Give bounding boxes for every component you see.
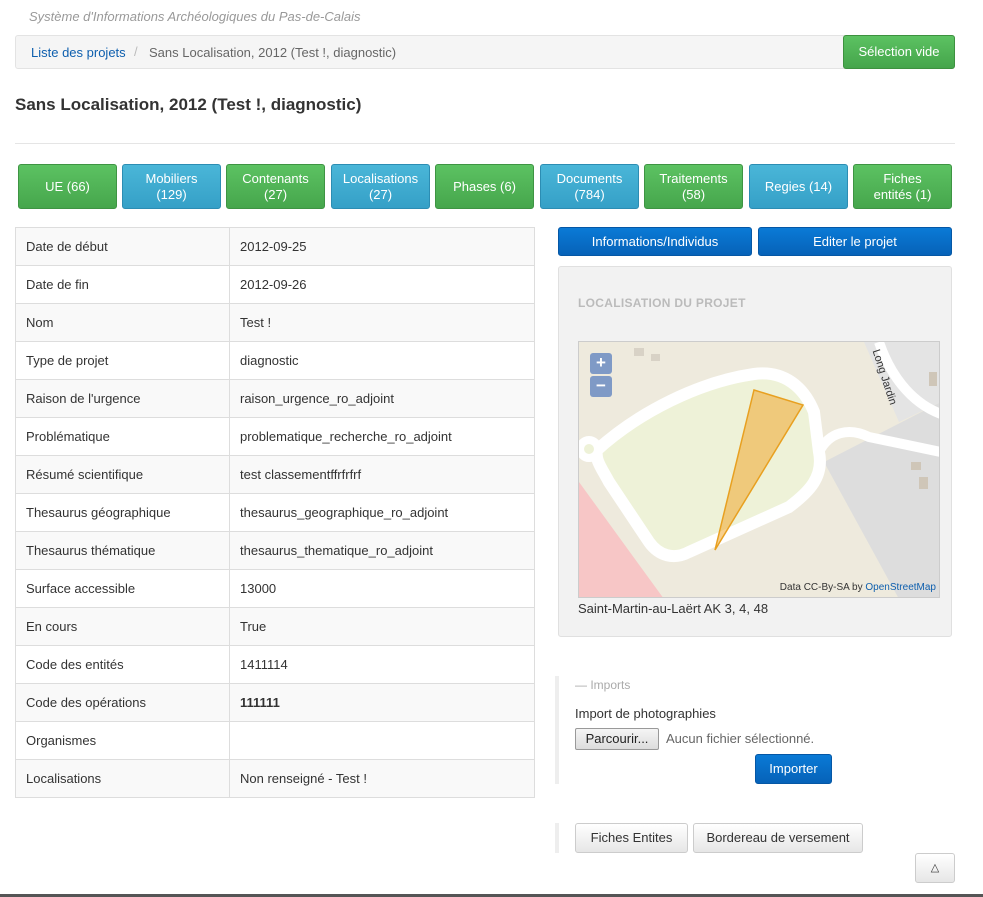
table-row: Organismes — [15, 721, 535, 760]
detail-label: Code des opérations — [15, 683, 230, 722]
detail-label: Problématique — [15, 417, 230, 456]
bottom-toolbar: Fiches Entites Bordereau de versement — [555, 823, 875, 853]
detail-value: 2012-09-26 — [229, 265, 535, 304]
zoom-out-button[interactable]: − — [590, 376, 612, 397]
table-row: Thesaurus thématique thesaurus_thematique… — [15, 531, 535, 570]
breadcrumb: Liste des projets / Sans Localisation, 2… — [15, 35, 955, 69]
tab-documents[interactable]: Documents (784) — [540, 164, 639, 209]
detail-value: 13000 — [229, 569, 535, 608]
table-row: Résumé scientifique test classementffrfrf… — [15, 455, 535, 494]
detail-value: True — [229, 607, 535, 646]
tab-mobiliers[interactable]: Mobiliers (129) — [122, 164, 221, 209]
detail-value: raison_urgence_ro_adjoint — [229, 379, 535, 418]
detail-label: Thesaurus thématique — [15, 531, 230, 570]
file-status: Aucun fichier sélectionné. — [666, 731, 815, 746]
detail-label: En cours — [15, 607, 230, 646]
table-row: Problématique problematique_recherche_ro_… — [15, 417, 535, 456]
detail-label: Type de projet — [15, 341, 230, 380]
table-row: Nom Test ! — [15, 303, 535, 342]
map-panel: LOCALISATION DU PROJET + − Long Jardin D… — [558, 266, 952, 637]
table-row: Localisations Non renseigné - Test ! — [15, 759, 535, 798]
imports-legend: — Imports — [575, 678, 631, 692]
detail-value: Test ! — [229, 303, 535, 342]
edit-project-button[interactable]: Editer le projet — [758, 227, 952, 256]
detail-value — [229, 721, 535, 760]
detail-value: 111111 — [229, 683, 535, 722]
import-button[interactable]: Importer — [755, 754, 832, 784]
detail-value: thesaurus_geographique_ro_adjoint — [229, 493, 535, 532]
attribution-text: Data CC-By-SA by — [779, 582, 866, 593]
detail-label: Surface accessible — [15, 569, 230, 608]
divider — [15, 143, 955, 144]
tab-fiches[interactable]: Fiches entités (1) — [853, 164, 952, 209]
fiches-entites-button[interactable]: Fiches Entites — [575, 823, 688, 853]
table-row: Date de fin 2012-09-26 — [15, 265, 535, 304]
detail-label: Résumé scientifique — [15, 455, 230, 494]
map-heading: LOCALISATION DU PROJET — [578, 296, 746, 310]
detail-label: Thesaurus géographique — [15, 493, 230, 532]
tab-regies[interactable]: Regies (14) — [749, 164, 848, 209]
project-details-table: Date de début 2012-09-25 Date de fin 2012-0… — [15, 227, 535, 798]
map-attribution: Data CC-By-SA by OpenStreetMap — [780, 582, 936, 593]
tab-localisations[interactable]: Localisations (27) — [331, 164, 430, 209]
table-row: Raison de l'urgence raison_urgence_ro_adj… — [15, 379, 535, 418]
page-title: Sans Localisation, 2012 (Test !, diagnos… — [15, 95, 362, 114]
zoom-in-button[interactable]: + — [590, 353, 612, 374]
detail-value: diagnostic — [229, 341, 535, 380]
back-to-top-button[interactable]: △ — [915, 853, 955, 883]
table-row: Date de début 2012-09-25 — [15, 227, 535, 266]
detail-value: thesaurus_thematique_ro_adjoint — [229, 531, 535, 570]
tab-phases[interactable]: Phases (6) — [435, 164, 534, 209]
detail-label: Date de début — [15, 227, 230, 266]
map-caption: Saint-Martin-au-Laërt AK 3, 4, 48 — [578, 601, 769, 616]
detail-value: 1411114 — [229, 645, 535, 684]
table-row: Surface accessible 13000 — [15, 569, 535, 608]
browse-file-button[interactable]: Parcourir... — [575, 728, 659, 750]
breadcrumb-separator: / — [134, 44, 138, 59]
detail-label: Organismes — [15, 721, 230, 760]
detail-value: Non renseigné - Test ! — [229, 759, 535, 798]
tab-bar: UE (66) Mobiliers (129) Contenants (27) Loc… — [18, 164, 952, 209]
table-row: Code des entités 1411114 — [15, 645, 535, 684]
detail-value: test classementffrfrfrf — [229, 455, 535, 494]
import-photos-label: Import de photographies — [575, 706, 716, 721]
detail-label: Code des entités — [15, 645, 230, 684]
site-title: Système d'Informations Archéologiques du… — [29, 9, 361, 24]
bordereau-versement-button[interactable]: Bordereau de versement — [693, 823, 863, 853]
table-row: Thesaurus géographique thesaurus_geograph… — [15, 493, 535, 532]
detail-value: 2012-09-25 — [229, 227, 535, 266]
detail-label: Localisations — [15, 759, 230, 798]
table-row: En cours True — [15, 607, 535, 646]
map-view[interactable]: + − Long Jardin Data CC-By-SA by OpenStr… — [578, 341, 940, 598]
breadcrumb-projects-link[interactable]: Liste des projets — [31, 45, 126, 60]
detail-value: problematique_recherche_ro_adjoint — [229, 417, 535, 456]
imports-section: — Imports Import de photographies Parcou… — [555, 676, 953, 784]
tab-contenants[interactable]: Contenants (27) — [226, 164, 325, 209]
detail-label: Nom — [15, 303, 230, 342]
table-row: Code des opérations 111111 — [15, 683, 535, 722]
breadcrumb-current: Sans Localisation, 2012 (Test !, diagnos… — [149, 45, 397, 60]
openstreetmap-link[interactable]: OpenStreetMap — [865, 582, 936, 593]
table-row: Type de projet diagnostic — [15, 341, 535, 380]
detail-label: Raison de l'urgence — [15, 379, 230, 418]
tab-traitements[interactable]: Traitements (58) — [644, 164, 743, 209]
detail-label: Date de fin — [15, 265, 230, 304]
tab-ue[interactable]: UE (66) — [18, 164, 117, 209]
selection-button[interactable]: Sélection vide — [843, 35, 955, 69]
info-individuals-button[interactable]: Informations/Individus — [558, 227, 752, 256]
